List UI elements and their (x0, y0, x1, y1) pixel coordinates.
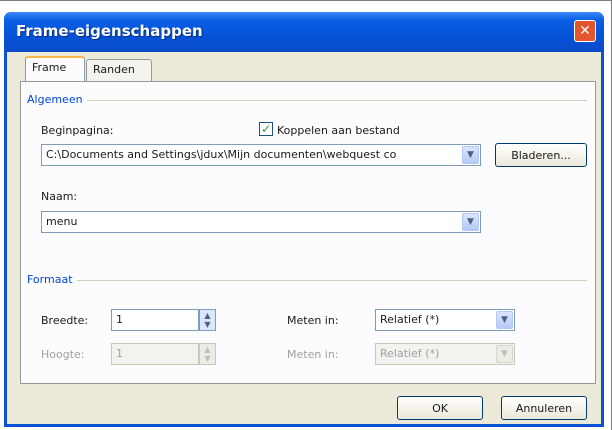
meten-in-select-2: Relatief (*) ▼ (375, 343, 515, 365)
meten-in-value-2: Relatief (*) (380, 347, 440, 360)
spin-up-icon: ▲ (204, 311, 211, 320)
spin-down-icon: ▼ (204, 354, 211, 363)
group-label-algemeen: Algemeen (27, 93, 87, 106)
tab-frame[interactable]: Frame (25, 56, 85, 81)
beginpagina-label: Beginpagina: (41, 124, 114, 137)
hoogte-input: 1 (111, 343, 199, 365)
chevron-down-icon: ▼ (467, 217, 474, 227)
koppelen-checkbox[interactable]: ✓ (259, 122, 273, 136)
annuleren-button[interactable]: Annuleren (501, 396, 587, 420)
checkmark-icon: ✓ (260, 122, 272, 136)
group-divider-formaat (29, 280, 587, 281)
breedte-spinner[interactable]: ▲ ▼ (199, 309, 216, 331)
tab-randen[interactable]: Randen (86, 59, 152, 81)
ok-button[interactable]: OK (397, 396, 483, 420)
meten-in-select-1[interactable]: Relatief (*) ▼ (375, 309, 515, 331)
naam-label: Naam: (41, 190, 78, 203)
chevron-down-icon: ▼ (501, 349, 508, 359)
naam-dropdown-button[interactable]: ▼ (462, 213, 479, 231)
bladeren-label: Bladeren... (511, 148, 571, 162)
tab-randen-label: Randen (93, 63, 135, 76)
bladeren-button[interactable]: Bladeren... (495, 143, 587, 167)
meten-in-dropdown-button-2: ▼ (496, 345, 513, 363)
close-icon: ✕ (579, 23, 591, 39)
chevron-down-icon: ▼ (467, 150, 474, 160)
naam-input[interactable]: menu ▼ (41, 211, 481, 233)
chevron-down-icon: ▼ (501, 315, 508, 325)
spin-down-icon: ▼ (204, 320, 211, 329)
beginpagina-dropdown-button[interactable]: ▼ (462, 146, 479, 164)
hoogte-value: 1 (116, 347, 123, 360)
meten-in-dropdown-button-1[interactable]: ▼ (496, 311, 513, 329)
hoogte-label: Hoogte: (41, 348, 85, 361)
tab-panel: Algemeen Beginpagina: ✓ Koppelen aan bes… (20, 81, 596, 384)
meten-in-value-1: Relatief (*) (380, 313, 440, 326)
naam-value: menu (46, 215, 78, 228)
breedte-input[interactable]: 1 (111, 309, 199, 331)
dialog-window: Frame-eigenschappen ✕ Frame Randen Algem… (4, 12, 604, 427)
spin-up-icon: ▲ (204, 345, 211, 354)
window-title: Frame-eigenschappen (16, 22, 203, 40)
title-bar[interactable]: Frame-eigenschappen ✕ (4, 12, 604, 52)
koppelen-label[interactable]: Koppelen aan bestand (277, 124, 400, 137)
group-divider-algemeen (29, 100, 587, 101)
ok-label: OK (432, 401, 448, 415)
top-border-line (0, 0, 612, 1)
meten-in-label-1: Meten in: (287, 314, 339, 327)
hoogte-spinner: ▲ ▼ (199, 343, 216, 365)
breedte-value: 1 (116, 313, 123, 326)
group-label-formaat: Formaat (27, 273, 77, 286)
meten-in-label-2: Meten in: (287, 348, 339, 361)
tab-frame-label: Frame (32, 61, 67, 74)
beginpagina-value: C:\Documents and Settings\jdux\Mijn docu… (46, 148, 397, 161)
beginpagina-input[interactable]: C:\Documents and Settings\jdux\Mijn docu… (41, 144, 481, 166)
annuleren-label: Annuleren (515, 401, 573, 415)
close-button[interactable]: ✕ (574, 20, 596, 42)
breedte-label: Breedte: (41, 314, 89, 327)
